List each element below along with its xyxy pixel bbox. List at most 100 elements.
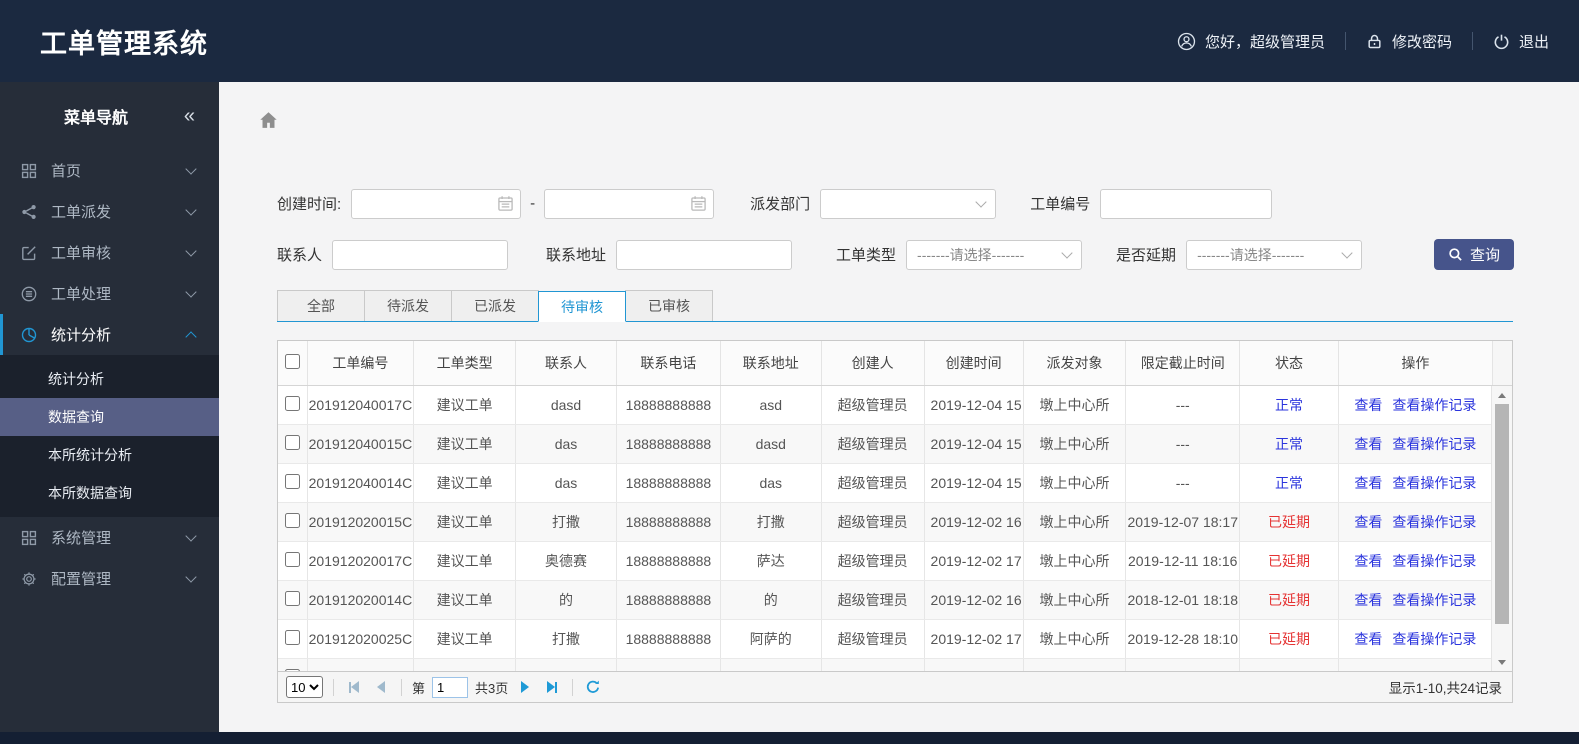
- cell-address: 的: [720, 580, 822, 620]
- address-input[interactable]: [616, 239, 793, 270]
- home-icon[interactable]: [258, 110, 279, 131]
- sidebar-item-label: 工单派发: [51, 204, 112, 221]
- column-header: 联系人: [515, 341, 617, 386]
- last-page-button[interactable]: [542, 676, 562, 698]
- contact-input[interactable]: [332, 239, 509, 270]
- user-greeting[interactable]: 您好，超级管理员: [1177, 31, 1325, 52]
- sidebar-header[interactable]: 菜单导航 «: [0, 82, 219, 150]
- next-page-button[interactable]: [515, 676, 535, 698]
- tab-pending-review[interactable]: 待审核: [538, 291, 626, 322]
- tab-pending-dispatch[interactable]: 待派发: [364, 290, 452, 321]
- cell-target: 墩上中心所: [1023, 541, 1127, 581]
- change-password-button[interactable]: 修改密码: [1366, 31, 1452, 52]
- view-link[interactable]: 查看: [1354, 631, 1382, 647]
- view-log-link[interactable]: 查看操作记录: [1392, 514, 1476, 530]
- first-page-button[interactable]: [344, 676, 364, 698]
- cell-order-no: 201912040015C: [307, 424, 415, 464]
- sidebar-item-stats-analysis[interactable]: 统计分析: [0, 314, 219, 355]
- sidebar-item-order-review[interactable]: 工单审核: [0, 232, 219, 273]
- row-checkbox[interactable]: [284, 629, 300, 645]
- column-header: 创建时间: [924, 341, 1024, 386]
- cell-address: 打撒: [720, 502, 822, 542]
- cell-target: 墩上中心所: [1023, 502, 1127, 542]
- cell-deadline: 2018-12-01 18:18: [1125, 580, 1240, 620]
- view-log-link[interactable]: 查看操作记录: [1392, 436, 1476, 452]
- row-select-cell: [278, 385, 308, 425]
- logout-label: 退出: [1518, 33, 1549, 51]
- cell-order-no: 201912020025C: [307, 619, 415, 659]
- cell-actions: 查看 查看操作记录: [1338, 463, 1493, 503]
- empty-cell: [616, 658, 721, 671]
- row-checkbox[interactable]: [284, 590, 300, 606]
- page-number-input[interactable]: [432, 676, 469, 698]
- page-size-select[interactable]: 10: [286, 676, 323, 698]
- cell-deadline: ---: [1125, 463, 1240, 503]
- select-all-checkbox[interactable]: [284, 353, 300, 369]
- collapse-sidebar-icon[interactable]: «: [184, 105, 195, 128]
- cell-creator: 超级管理员: [821, 580, 925, 620]
- chevron-down-icon: [185, 203, 197, 216]
- cell-actions: 查看 查看操作记录: [1338, 502, 1493, 542]
- scroll-up-icon[interactable]: [1492, 388, 1512, 403]
- sidebar-item-label: 配置管理: [51, 571, 112, 588]
- view-link[interactable]: 查看: [1354, 475, 1382, 491]
- scrollbar-thumb[interactable]: [1495, 404, 1509, 624]
- chevron-up-icon: [185, 330, 197, 343]
- view-log-link[interactable]: 查看操作记录: [1392, 553, 1476, 569]
- sidebar-item-order-process[interactable]: 工单处理: [0, 273, 219, 314]
- row-checkbox[interactable]: [284, 434, 300, 450]
- sidebar-subitem-branch-stats-analysis[interactable]: 本所统计分析: [0, 436, 219, 474]
- row-checkbox[interactable]: [284, 668, 300, 671]
- search-button[interactable]: 查询: [1434, 239, 1514, 270]
- row-checkbox[interactable]: [284, 473, 300, 489]
- row-checkbox[interactable]: [284, 551, 300, 567]
- create-time-start-input[interactable]: [351, 188, 522, 219]
- sidebar-item-label: 工单处理: [51, 286, 112, 303]
- row-select-cell: [278, 424, 308, 464]
- sidebar-item-system-mgmt[interactable]: 系统管理: [0, 517, 219, 558]
- cell-status: 已延期: [1239, 580, 1340, 620]
- column-header: 操作: [1338, 341, 1493, 386]
- scroll-down-icon[interactable]: [1492, 655, 1512, 670]
- row-checkbox[interactable]: [284, 395, 300, 411]
- view-link[interactable]: 查看: [1354, 514, 1382, 530]
- chevron-down-icon: [1061, 247, 1073, 259]
- status-badge: 正常: [1275, 474, 1303, 491]
- sidebar-item-config-mgmt[interactable]: 配置管理: [0, 558, 219, 599]
- cell-created: 2019-12-02 17: [924, 541, 1024, 581]
- sidebar-item-home[interactable]: 首页: [0, 150, 219, 191]
- delay-select[interactable]: -------请选择-------: [1186, 239, 1363, 270]
- view-log-link[interactable]: 查看操作记录: [1392, 397, 1476, 413]
- record-summary: 显示1-10,共24记录: [1388, 681, 1502, 696]
- sidebar-subitem-stats-analysis[interactable]: 统计分析: [0, 360, 219, 398]
- view-link[interactable]: 查看: [1354, 592, 1382, 608]
- table-scrollbar[interactable]: [1491, 386, 1512, 671]
- sidebar-subitem-data-query[interactable]: 数据查询: [0, 398, 219, 436]
- table-row: 201912020025C 建议工单 打撒 18888888888 阿萨的 超级管理员 20…: [278, 619, 1512, 659]
- prev-page-button[interactable]: [371, 676, 391, 698]
- empty-cell: [515, 658, 617, 671]
- view-link[interactable]: 查看: [1354, 397, 1382, 413]
- view-log-link[interactable]: 查看操作记录: [1392, 475, 1476, 491]
- logout-button[interactable]: 退出: [1493, 31, 1549, 52]
- tab-all[interactable]: 全部: [277, 290, 365, 321]
- view-link[interactable]: 查看: [1354, 553, 1382, 569]
- column-header: 限定截止时间: [1125, 341, 1240, 386]
- dispatch-dept-select[interactable]: [820, 188, 997, 219]
- view-log-link[interactable]: 查看操作记录: [1392, 592, 1476, 608]
- order-type-select[interactable]: -------请选择-------: [906, 239, 1083, 270]
- view-log-link[interactable]: 查看操作记录: [1392, 631, 1476, 647]
- sidebar-item-order-dispatch[interactable]: 工单派发: [0, 191, 219, 232]
- sidebar-subitem-branch-data-query[interactable]: 本所数据查询: [0, 474, 219, 512]
- order-no-input[interactable]: [1100, 188, 1273, 219]
- create-time-end-input[interactable]: [544, 188, 715, 219]
- row-select-cell: [278, 463, 308, 503]
- refresh-icon[interactable]: [585, 679, 601, 695]
- column-header: 创建人: [821, 341, 925, 386]
- view-link[interactable]: 查看: [1354, 436, 1382, 452]
- table-row: 201912020015C 建议工单 打撒 18888888888 打撒 超级管理员 201…: [278, 502, 1512, 542]
- tab-dispatched[interactable]: 已派发: [451, 290, 539, 321]
- row-checkbox[interactable]: [284, 512, 300, 528]
- tab-reviewed[interactable]: 已审核: [625, 290, 713, 321]
- cell-phone: 18888888888: [616, 385, 721, 425]
